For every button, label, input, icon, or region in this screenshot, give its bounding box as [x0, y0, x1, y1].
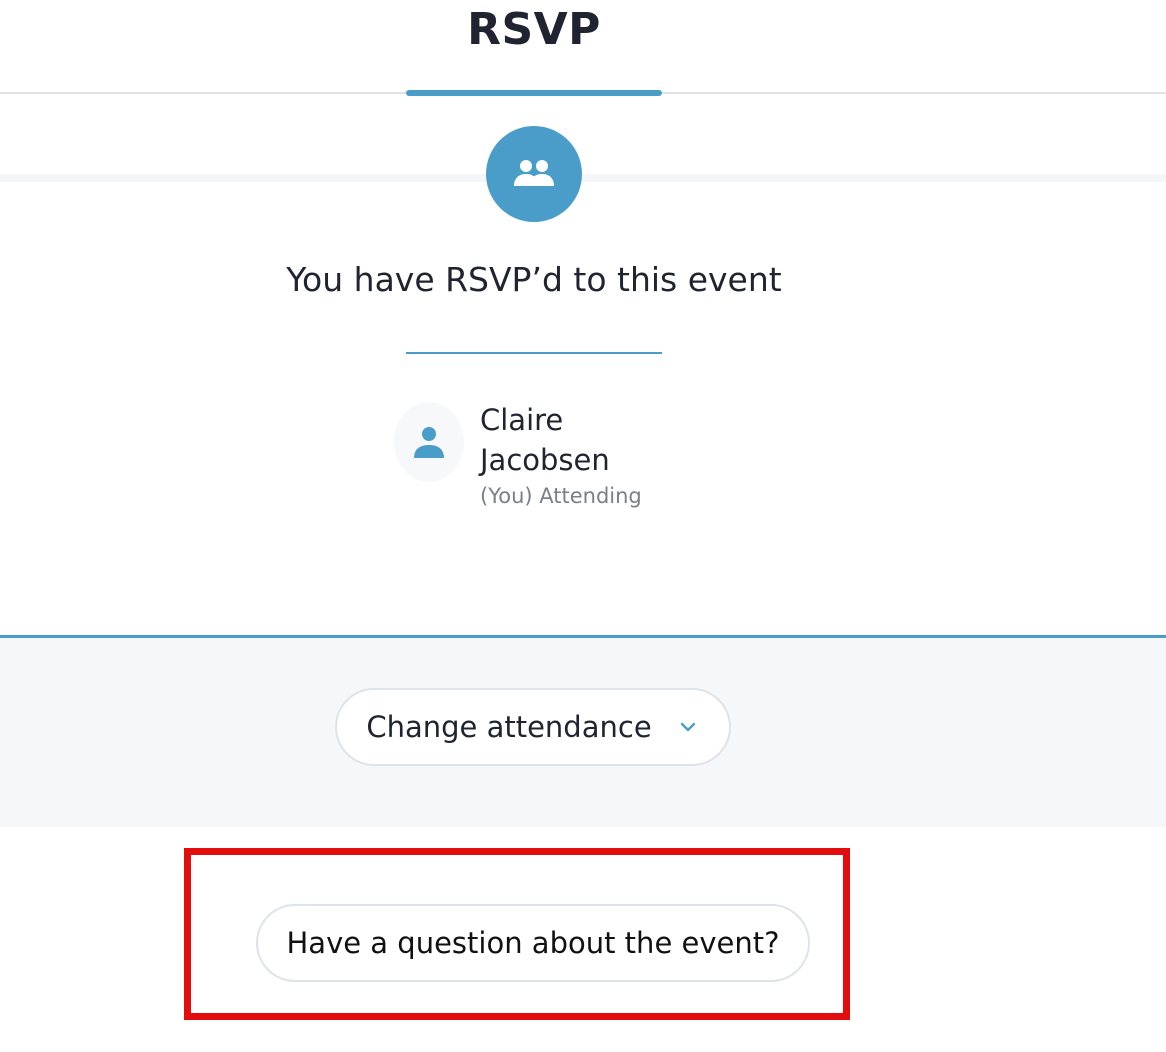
attendee-status: (You) Attending — [480, 484, 642, 508]
attendee-first-name: Claire — [480, 403, 564, 437]
tab-rsvp[interactable]: RSVP — [406, 4, 662, 55]
tab-header: RSVP — [0, 0, 1166, 96]
attendee-name: Claire Jacobsen — [480, 400, 680, 480]
active-tab-indicator — [406, 90, 662, 96]
change-attendance-label: Change attendance — [366, 710, 652, 744]
event-question-button[interactable]: Have a question about the event? — [256, 904, 810, 982]
section-band — [0, 174, 1166, 182]
change-attendance-button[interactable]: Change attendance — [335, 688, 731, 766]
attendee-last-name: Jacobsen — [480, 443, 610, 477]
chevron-down-icon — [680, 722, 695, 732]
accent-divider — [406, 352, 662, 354]
rsvp-status-text: You have RSVP’d to this event — [286, 260, 782, 299]
event-question-label: Have a question about the event? — [286, 926, 780, 960]
attendee-card: Claire Jacobsen (You) Attending — [394, 400, 694, 520]
people-icon — [486, 126, 582, 222]
person-icon — [394, 402, 464, 482]
